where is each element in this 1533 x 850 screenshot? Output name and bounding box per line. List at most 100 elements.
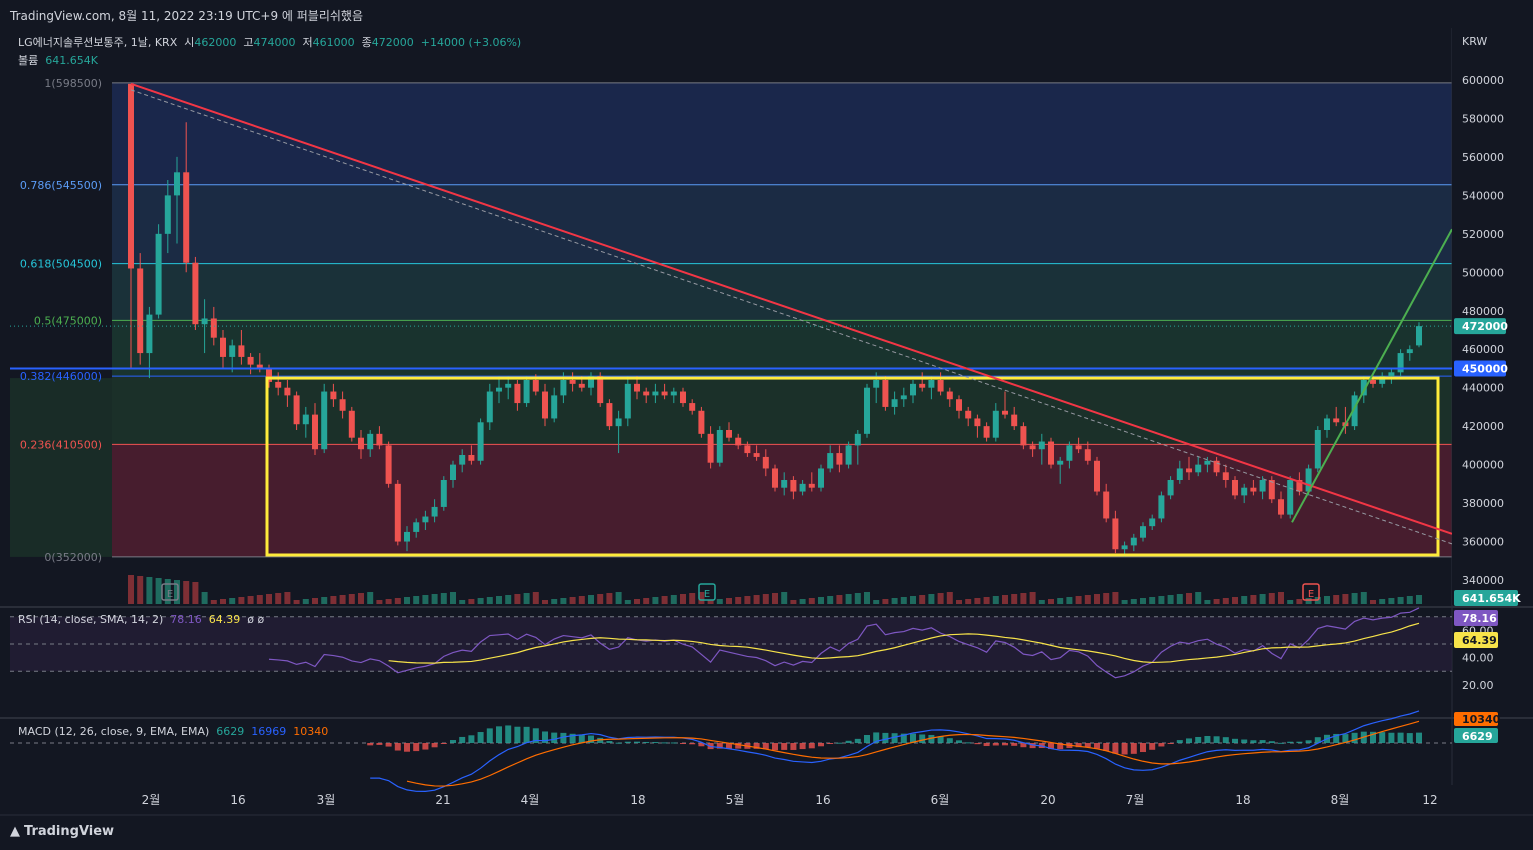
candle-body: [983, 426, 990, 438]
macd-hist-bar: [1232, 738, 1238, 743]
macd-line: [370, 710, 1420, 793]
macd-hist-bar: [1084, 743, 1091, 748]
open-value: 462000: [194, 36, 237, 49]
volume-bar: [900, 597, 907, 604]
candle-body: [339, 399, 346, 411]
volume-bar: [1066, 597, 1073, 604]
macd-hist-value: 6629: [216, 725, 245, 738]
candle-body: [1324, 418, 1330, 430]
macd-hist-bar: [670, 742, 677, 744]
candle-body: [1176, 468, 1183, 480]
macd-hist-bar: [1112, 743, 1119, 754]
volume-bar: [652, 597, 659, 604]
last-price-badge: 472000: [1462, 320, 1508, 333]
macd-hist-bar: [578, 735, 585, 743]
volume-bar: [450, 592, 456, 604]
volume-bar: [146, 577, 153, 604]
chart-canvas[interactable]: 1(598500) 0.786(545500) 0.618(504500) 0.5(4…: [0, 0, 1533, 850]
candle-body: [946, 391, 953, 400]
candle-body: [1158, 495, 1165, 519]
macd-hist-bar: [394, 743, 401, 751]
volume-bar: [183, 581, 190, 604]
footer-brand[interactable]: ▲ TradingView: [10, 824, 114, 839]
volume-bar: [514, 594, 521, 604]
macd-signal-line: [406, 720, 1420, 787]
candle-body: [1416, 326, 1422, 346]
candle-body: [302, 414, 309, 425]
volume-bar: [137, 576, 144, 604]
macd-hist-bar: [652, 742, 659, 744]
symbol-legend: LG에너지솔루션보통주, 1날, KRX 시462000 고474000 저46…: [18, 34, 521, 50]
rsi-sma-badge: 64.39: [1462, 634, 1497, 647]
macd-hist-bar: [983, 743, 990, 747]
volume-bar: [606, 593, 613, 604]
candle-body: [569, 380, 576, 384]
volume-bar: [873, 600, 880, 604]
volume-label: 볼륨: [18, 54, 39, 67]
macd-hist-bar: [413, 743, 420, 752]
candle-body: [210, 318, 217, 338]
volume-badge: 641.654K: [1462, 592, 1521, 605]
candle-body: [1121, 545, 1128, 550]
macd-hist-bar: [946, 738, 953, 743]
volume-bar: [413, 596, 420, 604]
candle-body: [1149, 518, 1156, 527]
candle-body: [818, 468, 824, 488]
candle-body: [606, 403, 613, 427]
macd-hist-bar: [1121, 743, 1128, 755]
candle-body: [284, 387, 291, 396]
volume-bar: [1048, 599, 1054, 604]
candle-body: [1094, 460, 1100, 492]
time-tick: 8월: [1331, 793, 1350, 807]
fib-zone: [112, 263, 1452, 321]
candle-body: [845, 445, 852, 465]
candle-body: [238, 345, 245, 357]
candle-body: [1020, 426, 1027, 446]
candle-body: [321, 391, 328, 450]
volume-bar: [1268, 593, 1275, 604]
fib-label: 0.236(410500): [20, 438, 102, 451]
candle-body: [155, 233, 162, 315]
time-tick: 21: [435, 793, 450, 807]
candle-body: [854, 433, 861, 446]
volume-bar: [128, 575, 134, 604]
macd-hist-bar: [477, 732, 484, 743]
macd-hist-bar: [1250, 740, 1257, 743]
macd-hist-bar: [680, 743, 686, 744]
volume-bar: [210, 600, 217, 604]
volume-bar: [1002, 595, 1008, 604]
price-tick: 580000: [1462, 112, 1504, 125]
candle-body: [560, 380, 567, 396]
macd-hist-bar: [440, 743, 447, 744]
candle-body: [532, 380, 539, 392]
rsi-sma-value: 64.39: [208, 613, 241, 626]
volume-bar: [542, 600, 548, 604]
volume-bar: [836, 595, 843, 604]
macd-hist-bar: [1002, 743, 1008, 746]
candle-body: [634, 383, 640, 392]
volume-bar: [275, 593, 282, 604]
macd-hist-bar: [459, 736, 466, 743]
macd-hist-bar: [956, 740, 962, 743]
volume-bar: [753, 595, 760, 604]
price-tick: 440000: [1462, 382, 1504, 395]
macd-hist-bar: [1259, 740, 1266, 743]
fib-zone: [112, 82, 1452, 185]
volume-bar: [560, 598, 567, 604]
candle-body: [468, 455, 475, 461]
symbol-name: LG에너지솔루션보통주, 1날, KRX: [18, 36, 178, 49]
candle-body: [367, 433, 374, 450]
time-tick: 18: [630, 793, 645, 807]
volume-bar: [293, 600, 300, 604]
volume-bar: [910, 596, 916, 604]
volume-bar: [302, 599, 309, 604]
volume-bar: [1416, 595, 1422, 604]
macd-hist-bar: [1222, 737, 1229, 743]
volume-bar: [1149, 597, 1156, 604]
candle-body: [578, 383, 585, 388]
rsi-tick: 20.00: [1462, 679, 1494, 692]
volume-bar: [1222, 598, 1229, 604]
candle-body: [827, 453, 834, 469]
candle-body: [726, 430, 732, 438]
hline-price-badge: 450000: [1462, 362, 1508, 375]
